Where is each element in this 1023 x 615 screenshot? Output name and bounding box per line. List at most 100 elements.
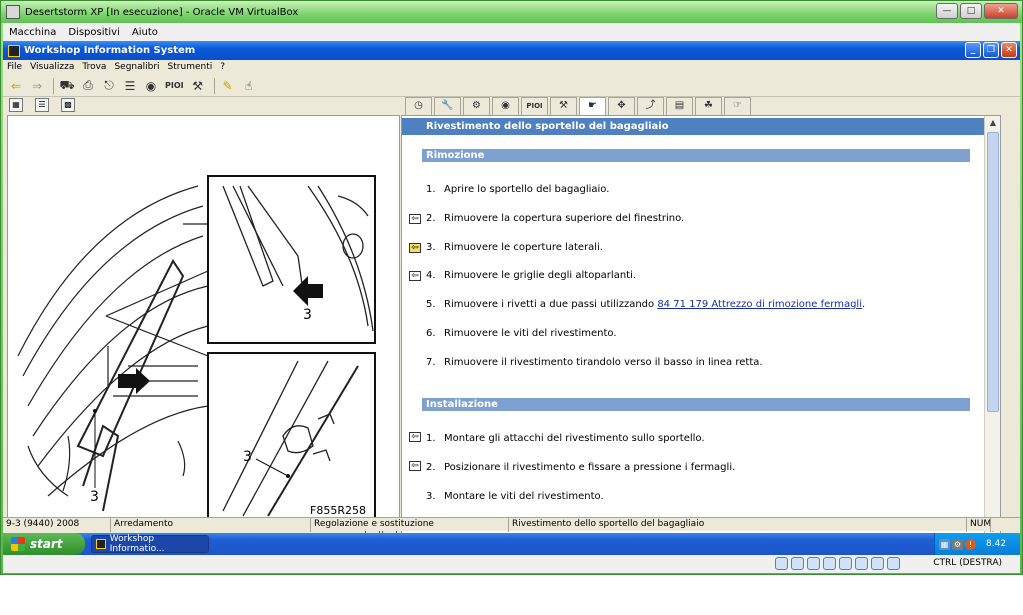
tree-view-icon[interactable]: ▦ [9,98,23,112]
host-menu-macchina[interactable]: Macchina [3,27,62,38]
forward-arrow-icon[interactable]: ⇒ [28,77,46,95]
list-item: 6. Rimuovere le viti del rivestimento. [426,328,617,339]
status-bar: 9-3 (9440) 2008 Arredamento Regolazione … [3,517,1020,532]
tab-repair-icon[interactable]: ☛ [579,97,606,115]
virtualbox-app-icon [6,5,20,19]
host-statusbar: CTRL (DESTRA) [3,555,1020,573]
tool-icon[interactable]: ⚒ [189,77,207,95]
tab-service-icon[interactable]: ☞ [724,97,751,115]
tab-pio[interactable]: PIOI [521,97,548,115]
tab-hand-icon[interactable]: ☘ [695,97,722,115]
app-titlebar[interactable]: Workshop Information System _ ❐ ✕ [3,41,1020,60]
record-icon[interactable] [855,557,868,570]
app-minimize-button[interactable]: _ [965,42,981,58]
binoculars-icon[interactable]: ◉ [142,77,160,95]
security-icon[interactable]: ! [965,538,976,550]
illustration-panel[interactable]: 3 3 3 F855R258 [7,115,400,519]
taskbar-item-wis[interactable]: Workshop Informatio... [91,534,209,554]
callout-3-top: 3 [303,307,312,323]
tab-lift-icon[interactable]: ▤ [666,97,693,115]
link-arrow-icon[interactable]: ⇦ [409,243,421,253]
scroll-thumb[interactable] [987,132,999,412]
toolbar-separator [213,77,215,94]
pointer-help-icon[interactable]: ☝ [240,77,258,95]
start-button[interactable]: start [3,533,85,555]
host-key-label: CTRL (DESTRA) [933,558,1002,568]
network-icon[interactable]: ▦ [939,538,950,550]
host-menubar: Macchina Dispositivi Aiuto [3,23,1020,41]
list-item: 1. Aprire lo sportello del bagagliaio. [426,184,610,195]
wis-app-icon [8,44,20,57]
list-item: 2. Posizionare il rivestimento e fissare … [426,462,736,473]
menu-visualizza[interactable]: Visualizza [26,62,78,72]
app-restore-button[interactable]: ❐ [983,42,999,58]
list-item: 3. Rimuovere le coperture laterali. [426,242,603,253]
menu-trova[interactable]: Trova [78,62,110,72]
host-menu-aiuto[interactable]: Aiuto [126,27,164,38]
host-close-button[interactable]: ✕ [984,3,1018,19]
tool-link[interactable]: 84 71 179 Attrezzo di rimozione fermagli [657,299,862,310]
document-panel: Rivestimento dello sportello del bagagli… [401,115,1001,537]
arrow-right-marker [118,368,150,394]
list-item: 7. Rimuovere il rivestimento tirandolo ve… [426,357,763,368]
tab-wrench-icon[interactable]: 🔧 [434,97,461,115]
host-menu-dispositivi[interactable]: Dispositivi [62,27,126,38]
section-heading-installazione: Installazione [422,398,970,411]
tab-gear-icon[interactable]: ⚙ [463,97,490,115]
print-icon[interactable]: ⎙ [79,77,97,95]
wis-task-icon [96,539,106,549]
mouse-integration-icon[interactable] [887,557,900,570]
host-window-title: Desertstorm XP [In esecuzione] - Oracle … [25,6,299,18]
network-adapter-icon[interactable] [871,557,884,570]
tab-parts-icon[interactable]: ◉ [492,97,519,115]
list-item: 3. Montare le viti del rivestimento. [426,491,604,502]
status-group: Arredamento [111,518,311,532]
text-view-icon[interactable]: ☰ [35,98,49,112]
image-view-icon[interactable]: ▩ [61,98,75,112]
main-toolbar: ⇐ ⇒ ⛟ ⎙ ⎋ ☰ ◉ PIOI ⚒ ✎ ☝ [3,75,1020,97]
menu-strumenti[interactable]: Strumenti [164,62,217,72]
app-close-button[interactable]: ✕ [1001,42,1017,58]
menu-help[interactable]: ? [216,62,229,72]
panel-toolbar: ▦ ☰ ▩ ◷ 🔧 ⚙ ◉ PIOI ⚒ ☛ ✥ ⤴ ▤ ☘ ☞ [3,97,1020,115]
vehicle-icon[interactable]: ⛟ [58,77,76,95]
tab-move-icon[interactable]: ✥ [608,97,635,115]
document-list-icon[interactable]: ☰ [121,77,139,95]
hdd-icon[interactable] [775,557,788,570]
virtualbox-window: Desertstorm XP [In esecuzione] - Oracle … [0,0,1023,575]
display-icon[interactable] [839,557,852,570]
status-operation: Regolazione e sostituzione [311,518,509,532]
host-minimize-button[interactable]: — [936,3,958,19]
tab-arrow-icon[interactable]: ⤴ [637,97,664,115]
list-item: 2. Rimuovere la copertura superiore del f… [426,213,685,224]
host-maximize-button[interactable]: □ [960,3,982,19]
tab-clock-icon[interactable]: ◷ [405,97,432,115]
app-menubar: File Visualizza Trova Segnalibri Strumen… [3,60,1020,74]
menu-segnalibri[interactable]: Segnalibri [110,62,163,72]
clock: 8.42 [986,539,1007,549]
status-topic: Rivestimento dello sportello del bagagli… [509,518,967,532]
link-arrow-icon[interactable]: ⇦ [409,432,421,442]
list-item: 5. Rimuovere i rivetti a due passi utiliz… [426,299,866,310]
callout-3-main: 3 [90,489,99,505]
host-titlebar[interactable]: Desertstorm XP [In esecuzione] - Oracle … [1,1,1022,23]
link-arrow-icon[interactable]: ⇦ [409,214,421,224]
link-arrow-icon[interactable]: ⇦ [409,271,421,281]
system-tray: ▦ ⚙ ! 8.42 [934,533,1020,555]
xp-taskbar: start Workshop Informatio... ▦ ⚙ ! 8.42 [3,533,1020,555]
guest-screen: Workshop Information System _ ❐ ✕ File V… [3,41,1020,555]
menu-file[interactable]: File [3,62,26,72]
document-scrollbar[interactable]: ▲ ▼ [984,116,1000,536]
link-arrow-icon[interactable]: ⇦ [409,461,421,471]
shared-folder-icon[interactable] [823,557,836,570]
section-heading-rimozione: Rimozione [422,149,970,162]
usb-icon[interactable] [807,557,820,570]
document-down-icon[interactable]: ⎋ [100,77,118,95]
tab-tool-icon[interactable]: ⚒ [550,97,577,115]
cd-icon[interactable] [791,557,804,570]
pio-button[interactable]: PIOI [163,77,186,95]
back-arrow-icon[interactable]: ⇐ [7,77,25,95]
pencil-icon[interactable]: ✎ [219,77,237,95]
tray-app-icon[interactable]: ⚙ [952,538,963,550]
scroll-up-icon[interactable]: ▲ [986,116,1000,130]
